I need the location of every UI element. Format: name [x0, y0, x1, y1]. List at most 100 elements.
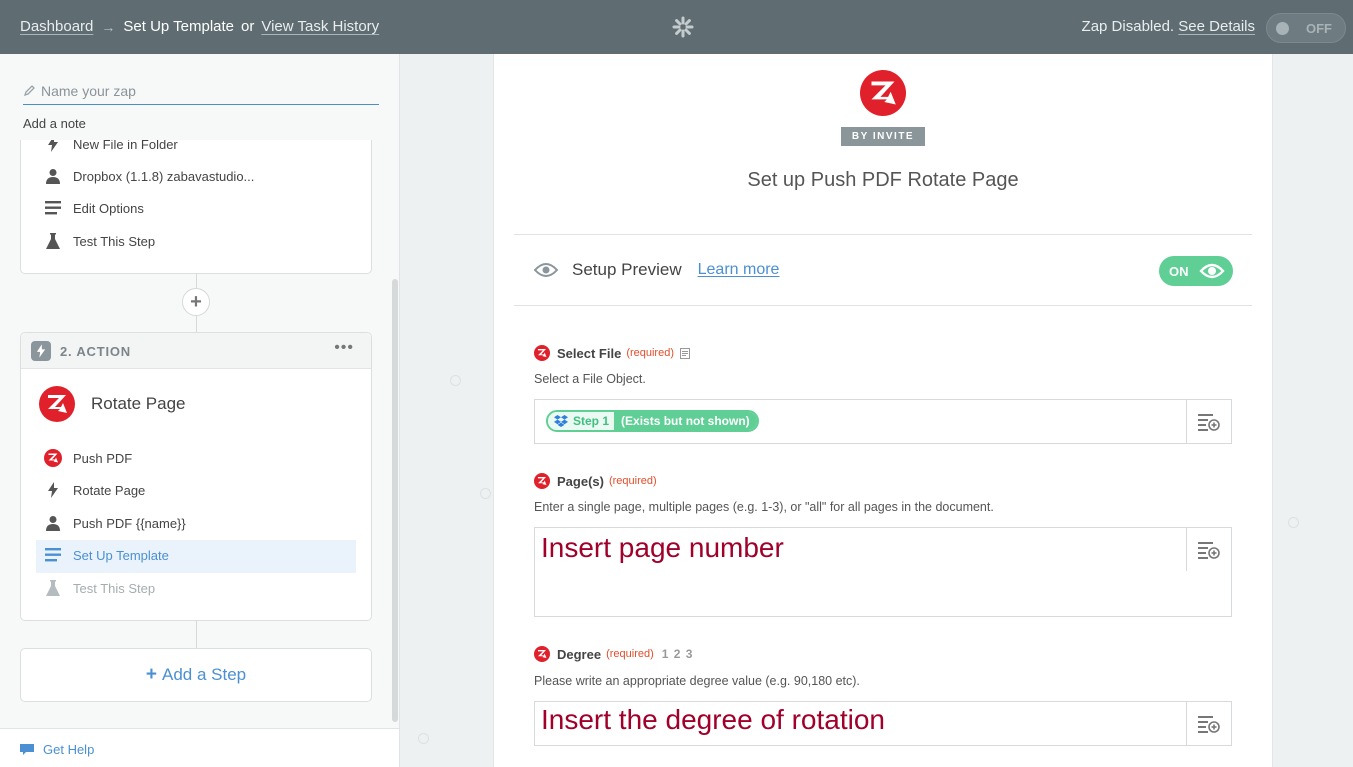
action-step-header[interactable]: 2. ACTION •••: [21, 333, 371, 369]
insert-data-button[interactable]: [1186, 400, 1231, 443]
background-decoration: [480, 488, 491, 499]
sidebar-item-push-pdf-account[interactable]: Push PDF {{name}}: [43, 513, 186, 533]
arrow-right-icon: →: [101, 18, 116, 35]
add-step-label: Add a Step: [161, 665, 247, 684]
degree-options[interactable]: 1 2 3: [662, 647, 694, 661]
required-tag: (required): [608, 475, 657, 487]
zap-name-input[interactable]: Name your zap: [23, 82, 379, 105]
push-pdf-icon: [534, 646, 550, 662]
breadcrumb: Dashboard → Set Up Template or View Task…: [20, 18, 379, 35]
step-connector: [196, 316, 197, 332]
push-pdf-icon: [534, 345, 550, 361]
push-pdf-icon: [534, 473, 550, 489]
select-file-field[interactable]: Step 1 (Exists but not shown): [534, 399, 1232, 444]
pencil-icon: [23, 85, 35, 97]
sidebar-scrollbar[interactable]: [392, 279, 398, 722]
bolt-icon: [43, 140, 63, 154]
sidebar-item-test-this-step[interactable]: Test This Step: [43, 231, 155, 251]
get-help-label: Get Help: [43, 742, 95, 757]
pill-note: (Exists but not shown): [614, 412, 757, 430]
pages-field[interactable]: Insert page number: [534, 527, 1232, 617]
background-decoration: [418, 733, 429, 744]
insert-field-icon: [1198, 413, 1220, 431]
step-1-data-pill[interactable]: Step 1 (Exists but not shown): [546, 410, 759, 432]
degree-help: Please write an appropriate degree value…: [534, 674, 860, 688]
sidebar-item-new-file-in-folder[interactable]: New File in Folder: [43, 140, 178, 154]
sidebar-item-label: Set Up Template: [73, 547, 169, 563]
step-connector: [196, 621, 197, 648]
toggle-label: ON: [1169, 264, 1189, 279]
background-decoration: [450, 375, 461, 386]
action-step-card: 2. ACTION ••• Rotate Page Push PDF Rotat…: [20, 332, 372, 621]
insert-data-button[interactable]: [1186, 528, 1231, 571]
divider: [514, 305, 1252, 306]
push-pdf-logo-icon: [39, 386, 75, 422]
divider: [514, 234, 1252, 235]
field-name: Degree: [557, 646, 602, 662]
add-step-button[interactable]: + Add a Step: [20, 648, 372, 702]
action-bolt-icon: [31, 341, 51, 361]
dashboard-link[interactable]: Dashboard: [20, 18, 93, 35]
sidebar-item-push-pdf[interactable]: Push PDF: [43, 448, 132, 468]
get-help-link[interactable]: Get Help: [20, 742, 94, 757]
add-note-link[interactable]: Add a note: [23, 116, 86, 131]
zap-name-placeholder: Name your zap: [41, 83, 136, 99]
sidebar-item-label: Edit Options: [73, 200, 144, 216]
insert-field-icon: [1198, 715, 1220, 733]
sidebar-item-label: Push PDF: [73, 450, 133, 466]
sidebar: Name your zap Add a note New File in Fol…: [0, 54, 400, 767]
see-details-link[interactable]: See Details: [1178, 18, 1255, 35]
toggle-knob: [1276, 22, 1289, 35]
pages-overlay-text: Insert page number: [541, 532, 784, 563]
action-step-title: 2. ACTION: [60, 344, 132, 359]
sidebar-item-test-this-step-disabled[interactable]: Test This Step: [43, 578, 155, 598]
sidebar-item-label: Push PDF {{name}}: [73, 515, 186, 531]
sidebar-item-dropbox-account[interactable]: Dropbox (1.1.8) zabavastudio...: [43, 166, 254, 186]
learn-more-link[interactable]: Learn more: [698, 261, 780, 279]
required-tag: (required): [626, 347, 674, 359]
loading-spinner-icon: [672, 16, 694, 42]
pages-label: Page(s) (required): [534, 473, 657, 489]
action-app: Rotate Page: [39, 386, 186, 422]
view-task-history-link[interactable]: View Task History: [261, 18, 379, 35]
degree-overlay-text: Insert the degree of rotation: [541, 704, 885, 735]
zap-status: Zap Disabled. See Details: [1082, 18, 1255, 35]
toggle-label: OFF: [1306, 21, 1332, 36]
setup-panel: BY INVITE Set up Push PDF Rotate Page Se…: [493, 54, 1273, 767]
degree-field[interactable]: Insert the degree of rotation: [534, 701, 1232, 746]
zap-status-text: Zap Disabled.: [1081, 18, 1175, 35]
field-name: Select File: [557, 345, 622, 361]
flask-icon: [43, 578, 63, 598]
insert-step-button[interactable]: +: [182, 288, 210, 316]
get-help-bar: Get Help: [0, 728, 399, 767]
page-title: Set up Push PDF Rotate Page: [747, 169, 1019, 191]
degree-label: Degree (required) 1 2 3: [534, 646, 693, 662]
current-page-label: Set Up Template: [123, 18, 235, 35]
setup-preview-toggle[interactable]: ON: [1159, 256, 1233, 286]
plus-icon: +: [190, 290, 202, 313]
document-icon: [680, 347, 690, 359]
user-icon: [43, 166, 63, 186]
push-pdf-logo-icon: [860, 70, 906, 121]
sidebar-item-edit-options[interactable]: Edit Options: [43, 198, 144, 218]
chat-icon: [20, 743, 34, 755]
flask-icon: [43, 231, 63, 251]
field-name: Page(s): [557, 473, 604, 489]
sidebar-item-set-up-template[interactable]: Set Up Template: [43, 545, 169, 565]
insert-field-icon: [1198, 541, 1220, 559]
by-invite-badge: BY INVITE: [841, 127, 925, 146]
trigger-step-card: New File in Folder Dropbox (1.1.8) zabav…: [20, 140, 372, 274]
push-pdf-icon: [43, 448, 63, 468]
sidebar-item-rotate-page[interactable]: Rotate Page: [43, 480, 145, 500]
pill-step: Step 1: [548, 412, 615, 430]
zap-on-off-toggle[interactable]: OFF: [1266, 13, 1346, 43]
top-bar: Dashboard → Set Up Template or View Task…: [0, 0, 1353, 54]
plus-icon: +: [145, 664, 157, 685]
eye-icon: [534, 263, 558, 277]
insert-data-button[interactable]: [1186, 702, 1231, 745]
step-menu-button[interactable]: •••: [334, 339, 354, 357]
select-file-help: Select a File Object.: [534, 372, 646, 386]
bolt-icon: [43, 480, 63, 500]
sidebar-item-label: Dropbox (1.1.8) zabavastudio...: [73, 168, 255, 184]
sidebar-item-label: Rotate Page: [73, 482, 146, 498]
